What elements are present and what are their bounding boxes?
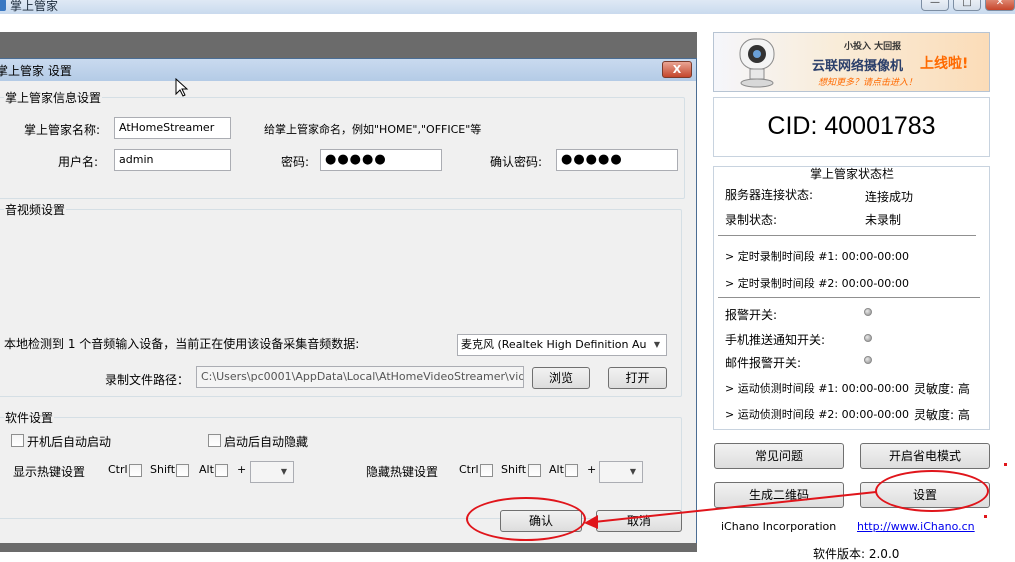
show-alt-checkbox[interactable] xyxy=(215,464,228,477)
status-divider xyxy=(718,297,980,298)
autostart-checkbox[interactable] xyxy=(11,434,24,447)
mail-switch-label: 邮件报警开关: xyxy=(725,356,802,370)
camera-icon xyxy=(739,38,775,88)
record-path-label: 录制文件路径： xyxy=(105,373,190,387)
annotation-arrow xyxy=(584,491,877,529)
alarm-switch-label: 报警开关: xyxy=(725,308,778,322)
chevron-down-icon: ▼ xyxy=(280,467,288,476)
show-alt-label: Alt xyxy=(199,463,214,476)
autohide-checkbox[interactable] xyxy=(208,434,221,447)
hide-shift-label: Shift xyxy=(501,463,527,476)
cid-text: CID: 40001783 xyxy=(767,112,936,140)
status-title: 掌上管家状态栏 xyxy=(810,167,895,181)
server-status-label: 服务器连接状态: xyxy=(725,188,814,202)
motion2-sensitivity: 灵敏度: 高 xyxy=(914,408,970,422)
camera-ad-banner[interactable]: 小投入 大回报 云联网络摄像机 上线啦! 想知更多？请点击进入！ xyxy=(713,32,990,92)
info-settings-group xyxy=(0,97,685,199)
alarm-indicator-icon xyxy=(864,308,872,316)
main-title-bar: 掌上管家 xyxy=(0,0,1015,14)
motion1-sensitivity: 灵敏度: 高 xyxy=(914,382,970,396)
name-input[interactable]: AtHomeStreamer xyxy=(114,117,231,139)
ad-small-line: 小投入 大回报 xyxy=(844,42,902,52)
dialog-body: 掌上管家信息设置 掌上管家名称: AtHomeStreamer 给掌上管家命名，… xyxy=(0,81,696,543)
hide-alt-label: Alt xyxy=(549,463,564,476)
maximize-button[interactable]: □ xyxy=(953,0,981,11)
browse-button[interactable]: 浏览 xyxy=(532,367,590,389)
username-input[interactable]: admin xyxy=(114,149,231,171)
show-ctrl-label: Ctrl xyxy=(108,463,128,476)
chevron-down-icon: ▼ xyxy=(629,467,637,476)
close-window-button[interactable]: ✕ xyxy=(985,0,1015,11)
name-label: 掌上管家名称: xyxy=(24,123,101,137)
settings-dialog: 掌上管家 设置 X 掌上管家信息设置 掌上管家名称: AtHomeStreame… xyxy=(0,58,697,543)
dialog-close-button[interactable]: X xyxy=(662,61,692,78)
confirm-password-label: 确认密码: xyxy=(490,155,543,169)
hide-alt-checkbox[interactable] xyxy=(565,464,578,477)
motion1-text: > 运动侦测时间段 #1: 00:00-00:00 xyxy=(725,382,909,395)
window-title: 掌上管家 xyxy=(10,0,59,13)
annotation-dot xyxy=(1004,463,1007,466)
dialog-title: 掌上管家 设置 xyxy=(0,64,72,78)
ad-main-line: 云联网络摄像机 xyxy=(812,59,904,74)
minimize-button[interactable]: — xyxy=(921,0,949,11)
audio-device-select[interactable]: 麦克风 (Realtek High Definition Au ▼ xyxy=(457,334,667,356)
show-shift-checkbox[interactable] xyxy=(176,464,189,477)
timer2-text: > 定时录制时间段 #2: 00:00-00:00 xyxy=(725,277,909,290)
software-group-legend: 软件设置 xyxy=(4,409,55,426)
annotation-dot xyxy=(984,515,987,518)
hide-ctrl-label: Ctrl xyxy=(459,463,479,476)
password-label: 密码: xyxy=(281,155,310,169)
hide-shift-checkbox[interactable] xyxy=(528,464,541,477)
record-path-input[interactable]: C:\Users\pc0001\AppData\Local\AtHomeVide… xyxy=(196,366,524,388)
push-indicator-icon xyxy=(864,334,872,342)
mail-indicator-icon xyxy=(864,356,872,364)
chevron-down-icon: ▼ xyxy=(653,340,661,349)
server-status-value: 连接成功 xyxy=(865,190,914,204)
hide-hotkey-label: 隐藏热键设置 xyxy=(366,465,439,479)
name-hint: 给掌上管家命名，例如"HOME","OFFICE"等 xyxy=(264,123,482,136)
audio-device-value: 麦克风 (Realtek High Definition Au xyxy=(461,338,647,351)
audio-detect-text: 本地检测到 1 个音频输入设备，当前正在使用该设备采集音频数据: xyxy=(4,337,360,351)
hide-key-select[interactable]: ▼ xyxy=(599,461,643,483)
show-hotkey-label: 显示热键设置 xyxy=(13,465,86,479)
power-save-button[interactable]: 开启省电模式 xyxy=(860,443,990,469)
status-divider xyxy=(718,235,976,236)
version-text: 软件版本: 2.0.0 xyxy=(813,547,900,561)
show-shift-label: Shift xyxy=(150,463,176,476)
mouse-cursor-icon xyxy=(175,78,189,97)
timer1-text: > 定时录制时间段 #1: 00:00-00:00 xyxy=(725,250,909,263)
show-plus-label: + xyxy=(237,463,247,476)
annotation-ellipse-settings xyxy=(875,470,989,512)
hide-plus-label: + xyxy=(587,463,597,476)
record-status-value: 未录制 xyxy=(865,213,902,227)
push-switch-label: 手机推送通知开关: xyxy=(725,333,826,347)
username-label: 用户名: xyxy=(58,155,99,169)
dialog-title-bar: 掌上管家 设置 xyxy=(0,59,696,81)
ad-sub-line: 想知更多？请点击进入！ xyxy=(818,78,918,88)
show-key-select[interactable]: ▼ xyxy=(250,461,294,483)
hide-ctrl-checkbox[interactable] xyxy=(480,464,493,477)
password-input[interactable]: ●●●●● xyxy=(320,149,442,171)
motion2-text: > 运动侦测时间段 #2: 00:00-00:00 xyxy=(725,408,909,421)
cid-box: CID: 40001783 xyxy=(713,97,990,157)
record-status-label: 录制状态: xyxy=(725,213,778,227)
ad-accent-line: 上线啦! xyxy=(920,56,969,72)
show-ctrl-checkbox[interactable] xyxy=(129,464,142,477)
info-group-legend: 掌上管家信息设置 xyxy=(4,89,103,106)
faq-button[interactable]: 常见问题 xyxy=(714,443,844,469)
autostart-label: 开机后自动启动 xyxy=(27,435,112,449)
autohide-label: 启动后自动隐藏 xyxy=(224,435,309,449)
annotation-ellipse-ok xyxy=(466,497,586,541)
app-icon xyxy=(0,0,6,11)
confirm-password-input[interactable]: ●●●●● xyxy=(556,149,678,171)
av-group-legend: 音视频设置 xyxy=(4,201,67,218)
open-button[interactable]: 打开 xyxy=(608,367,667,389)
